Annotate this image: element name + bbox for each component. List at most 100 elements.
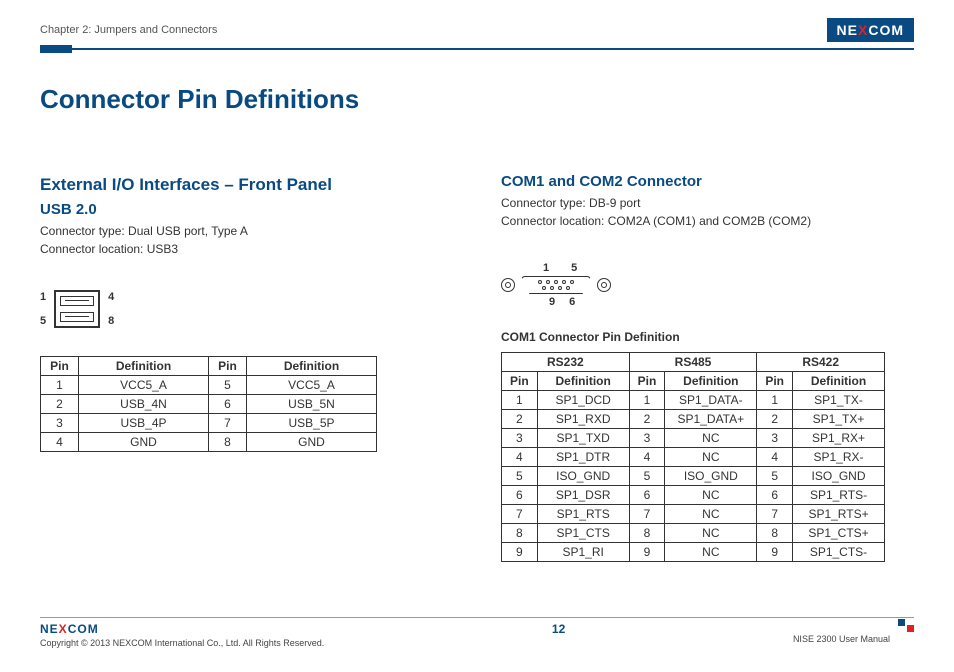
- usb-connector-type: Connector type: Dual USB port, Type A: [40, 222, 453, 240]
- screw-icon: [597, 278, 611, 292]
- table-cell: 4: [629, 448, 665, 467]
- footer-manual-name: NISE 2300 User Manual: [793, 634, 890, 644]
- table-row: 2SP1_RXD2SP1_DATA+2SP1_TX+: [502, 410, 885, 429]
- table-cell: NC: [665, 448, 757, 467]
- header-divider: [40, 48, 914, 50]
- table-cell: 9: [629, 543, 665, 562]
- table-cell: SP1_DSR: [537, 486, 629, 505]
- usb-port-icon: [60, 312, 94, 322]
- table-row: 3SP1_TXD3NC3SP1_RX+: [502, 429, 885, 448]
- table-cell: 2: [757, 410, 793, 429]
- table-cell: 5: [629, 467, 665, 486]
- chapter-title: Chapter 2: Jumpers and Connectors: [40, 24, 217, 36]
- subheading-usb: USB 2.0: [40, 201, 453, 218]
- table-cell: SP1_DATA+: [665, 410, 757, 429]
- table-cell: 4: [502, 448, 538, 467]
- usb-pin-label: 4: [108, 291, 114, 303]
- table-cell: NC: [665, 524, 757, 543]
- table-cell: SP1_TXD: [537, 429, 629, 448]
- com-table-caption: COM1 Connector Pin Definition: [501, 330, 914, 344]
- table-cell: GND: [247, 433, 377, 452]
- th-pin: Pin: [629, 372, 665, 391]
- screw-icon: [501, 278, 515, 292]
- th-pin: Pin: [41, 357, 79, 376]
- page-number: 12: [552, 622, 565, 636]
- table-cell: 5: [757, 467, 793, 486]
- table-cell: SP1_RTS-: [793, 486, 885, 505]
- table-cell: NC: [665, 505, 757, 524]
- brand-logo: NEXCOM: [827, 18, 914, 42]
- table-cell: USB_5P: [247, 414, 377, 433]
- table-cell: 5: [209, 376, 247, 395]
- usb-pin-label: 5: [40, 315, 46, 327]
- table-cell: 6: [757, 486, 793, 505]
- table-cell: USB_5N: [247, 395, 377, 414]
- table-cell: 7: [502, 505, 538, 524]
- table-cell: 7: [209, 414, 247, 433]
- table-row: 4GND8GND: [41, 433, 377, 452]
- table-cell: SP1_DTR: [537, 448, 629, 467]
- table-cell: SP1_CTS: [537, 524, 629, 543]
- table-cell: VCC5_A: [79, 376, 209, 395]
- table-row: 6SP1_DSR6NC6SP1_RTS-: [502, 486, 885, 505]
- table-cell: SP1_RXD: [537, 410, 629, 429]
- table-cell: 2: [629, 410, 665, 429]
- table-cell: SP1_TX+: [793, 410, 885, 429]
- table-row: 5ISO_GND5ISO_GND5ISO_GND: [502, 467, 885, 486]
- table-cell: 9: [757, 543, 793, 562]
- th-pin: Pin: [502, 372, 538, 391]
- table-row: 7SP1_RTS7NC7SP1_RTS+: [502, 505, 885, 524]
- table-cell: 6: [629, 486, 665, 505]
- table-cell: 6: [502, 486, 538, 505]
- table-cell: SP1_CTS-: [793, 543, 885, 562]
- th-definition: Definition: [537, 372, 629, 391]
- com-connector-location: Connector location: COM2A (COM1) and COM…: [501, 212, 914, 230]
- th-group-rs422: RS422: [757, 353, 885, 372]
- table-cell: SP1_RTS: [537, 505, 629, 524]
- table-cell: SP1_RI: [537, 543, 629, 562]
- table-cell: 1: [502, 391, 538, 410]
- usb-connector-location: Connector location: USB3: [40, 240, 453, 258]
- table-cell: SP1_DATA-: [665, 391, 757, 410]
- usb-pin-label: 1: [40, 291, 46, 303]
- page-footer: NEXCOM Copyright © 2013 NEXCOM Internati…: [40, 617, 914, 648]
- table-row: 9SP1_RI9NC9SP1_CTS-: [502, 543, 885, 562]
- table-cell: 3: [757, 429, 793, 448]
- table-cell: NC: [665, 429, 757, 448]
- table-cell: 8: [757, 524, 793, 543]
- table-row: 3USB_4P7USB_5P: [41, 414, 377, 433]
- usb-pin-label: 8: [108, 315, 114, 327]
- table-cell: ISO_GND: [793, 467, 885, 486]
- table-cell: USB_4N: [79, 395, 209, 414]
- db9-pin-label: 1: [543, 262, 571, 274]
- table-cell: NC: [665, 543, 757, 562]
- table-cell: SP1_CTS+: [793, 524, 885, 543]
- table-cell: SP1_RX-: [793, 448, 885, 467]
- table-row: 1SP1_DCD1SP1_DATA-1SP1_TX-: [502, 391, 885, 410]
- footer-decoration-icon: [898, 619, 914, 626]
- com-pin-table: RS232 RS485 RS422 Pin Definition Pin Def…: [501, 352, 885, 562]
- table-cell: 5: [502, 467, 538, 486]
- table-cell: 3: [502, 429, 538, 448]
- table-cell: 7: [757, 505, 793, 524]
- db9-pin-label: 6: [569, 296, 589, 308]
- table-cell: 2: [502, 410, 538, 429]
- table-row: 2USB_4N6USB_5N: [41, 395, 377, 414]
- th-definition: Definition: [79, 357, 209, 376]
- table-cell: 8: [502, 524, 538, 543]
- table-row: 8SP1_CTS8NC8SP1_CTS+: [502, 524, 885, 543]
- th-pin: Pin: [209, 357, 247, 376]
- table-cell: 8: [629, 524, 665, 543]
- table-cell: 3: [629, 429, 665, 448]
- db9-connector-icon: [521, 276, 591, 294]
- com-connector-type: Connector type: DB-9 port: [501, 194, 914, 212]
- table-cell: 3: [41, 414, 79, 433]
- th-definition: Definition: [247, 357, 377, 376]
- th-pin: Pin: [757, 372, 793, 391]
- table-cell: SP1_TX-: [793, 391, 885, 410]
- table-row: 4SP1_DTR4NC4SP1_RX-: [502, 448, 885, 467]
- th-group-rs485: RS485: [629, 353, 757, 372]
- table-cell: VCC5_A: [247, 376, 377, 395]
- footer-logo: NEXCOM: [40, 622, 324, 636]
- db9-pin-label: 5: [571, 262, 599, 274]
